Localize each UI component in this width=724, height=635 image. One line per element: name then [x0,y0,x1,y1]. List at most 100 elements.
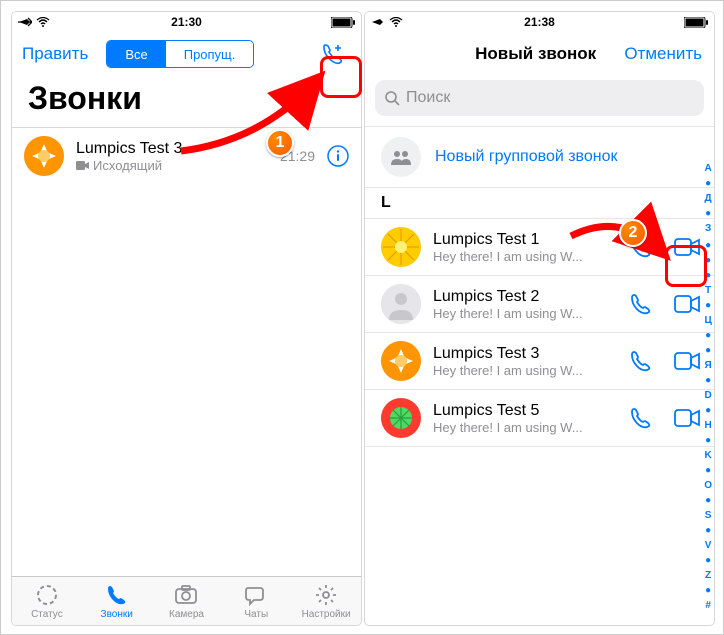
tab-chats[interactable]: Чаты [221,577,291,625]
tab-status[interactable]: Статус [12,577,82,625]
index-letter[interactable]: # [705,599,711,612]
tab-bar: Статус Звонки Камера Чаты Настройки [12,576,361,625]
chats-icon [244,583,268,607]
contact-status: Hey there! I am using W... [433,363,583,378]
camera-icon [174,583,198,607]
index-letter[interactable]: Т [705,284,711,297]
segment-missed[interactable]: Пропущ. [166,41,254,67]
status-time: 21:38 [365,15,714,29]
avatar [24,136,64,176]
info-button[interactable] [327,145,349,167]
step-badge-1: 1 [266,129,294,157]
index-letter[interactable]: ● [705,254,711,267]
contact-row[interactable]: Lumpics Test 2 Hey there! I am using W..… [365,276,714,333]
call-name: Lumpics Test 3 [76,140,268,158]
video-call-button[interactable] [670,344,704,378]
navbar: Новый звонок Отменить [365,32,714,76]
index-letter[interactable]: ● [705,269,711,282]
avatar [381,341,421,381]
index-letter[interactable]: H [704,419,711,432]
airplane-icon [18,16,32,28]
new-group-call[interactable]: Новый групповой звонок [365,126,714,188]
status-bar: 21:30 [12,12,361,32]
phone-right: 21:38 Новый звонок Отменить Поиск Новый … [365,12,714,625]
section-header: L [365,188,714,218]
tab-settings[interactable]: Настройки [291,577,361,625]
status-time: 21:30 [12,15,361,29]
index-letter[interactable]: ● [705,207,711,220]
segmented-control[interactable]: Все Пропущ. [106,40,254,68]
index-letter[interactable]: Ц [704,314,711,327]
contact-row[interactable]: Lumpics Test 3 Hey there! I am using W..… [365,333,714,390]
call-direction: Исходящий [93,158,162,173]
index-letter[interactable]: ● [705,177,711,190]
index-letter[interactable]: Z [705,569,711,582]
index-letter[interactable]: S [705,509,712,522]
gear-icon [314,583,338,607]
phone-left: 21:30 Править Все Пропущ. Звонки Lumpics… [12,12,361,625]
index-letter[interactable]: ● [705,329,711,342]
nav-title: Новый звонок [447,44,624,64]
index-letter[interactable]: ● [705,344,711,357]
index-letter[interactable]: З [705,222,711,235]
contact-row[interactable]: Lumpics Test 5 Hey there! I am using W..… [365,390,714,447]
voice-call-button[interactable] [624,401,658,435]
wifi-icon [36,17,50,27]
video-icon [76,161,89,170]
index-letter[interactable]: Д [705,192,712,205]
contact-row[interactable]: Lumpics Test 1 Hey there! I am using W..… [365,218,714,276]
tab-calls[interactable]: Звонки [82,577,152,625]
navbar: Править Все Пропущ. [12,32,361,76]
group-call-label: Новый групповой звонок [435,148,618,166]
index-letter[interactable]: ● [705,584,711,597]
search-placeholder: Поиск [406,89,450,107]
avatar [381,227,421,267]
avatar [381,398,421,438]
call-list-item[interactable]: Lumpics Test 3 Исходящий 21:29 [12,128,361,184]
index-list[interactable]: А ● Д ● З ● ● ● Т ● Ц ● ● Я ● D ● H ● K ● O ● S ● V ● Z ● # [704,162,712,612]
battery-icon [331,17,355,28]
index-letter[interactable]: ● [705,404,711,417]
contact-name: Lumpics Test 2 [433,288,612,306]
search-icon [385,91,400,106]
voice-call-button[interactable] [624,344,658,378]
page-title: Звонки [12,76,361,127]
tab-camera[interactable]: Камера [152,577,222,625]
index-letter[interactable]: K [704,449,711,462]
index-letter[interactable]: ● [705,239,711,252]
avatar [381,284,421,324]
index-letter[interactable]: ● [705,374,711,387]
index-letter[interactable]: ● [705,494,711,507]
new-call-button[interactable] [315,36,351,72]
cancel-button[interactable]: Отменить [624,44,702,64]
step-badge-2: 2 [619,219,647,247]
video-call-button[interactable] [670,401,704,435]
status-bar: 21:38 [365,12,714,32]
contact-status: Hey there! I am using W... [433,420,583,435]
status-icon [35,583,59,607]
voice-call-button[interactable] [624,287,658,321]
contact-status: Hey there! I am using W... [433,306,583,321]
search-input[interactable]: Поиск [375,80,704,116]
index-letter[interactable]: ● [705,464,711,477]
video-call-button[interactable] [670,287,704,321]
index-letter[interactable]: D [704,389,711,402]
phone-icon [105,583,129,607]
airplane-icon [371,16,385,28]
index-letter[interactable]: ● [705,434,711,447]
index-letter[interactable]: А [704,162,711,175]
index-letter[interactable]: ● [705,299,711,312]
segment-all[interactable]: Все [107,41,165,67]
video-call-button[interactable] [670,230,704,264]
index-letter[interactable]: V [705,539,712,552]
group-icon [381,137,421,177]
index-letter[interactable]: Я [705,359,712,372]
contact-name: Lumpics Test 3 [433,345,612,363]
index-letter[interactable]: O [704,479,712,492]
edit-button[interactable]: Править [22,44,88,64]
contact-name: Lumpics Test 5 [433,402,612,420]
contact-name: Lumpics Test 1 [433,231,612,249]
index-letter[interactable]: ● [705,524,711,537]
contact-status: Hey there! I am using W... [433,249,583,264]
index-letter[interactable]: ● [705,554,711,567]
